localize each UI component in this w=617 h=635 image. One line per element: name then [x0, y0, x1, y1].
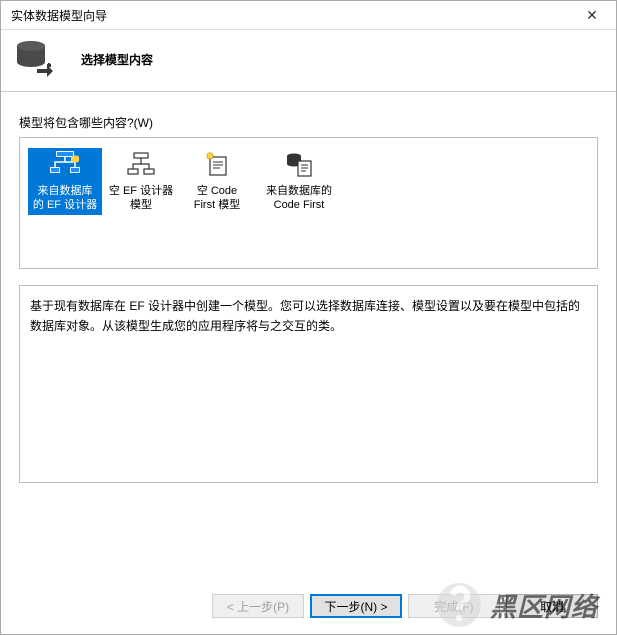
next-button[interactable]: 下一步(N) >	[310, 594, 402, 618]
option-ef-designer-from-db[interactable]: 来自数据库 的 EF 设计器	[28, 148, 102, 215]
option-label-line1: 来自数据库的	[257, 184, 341, 198]
option-label-line2: 模型	[105, 198, 177, 212]
wizard-window: 实体数据模型向导 ✕ 选择模型内容 模型将包含哪些内容?(W)	[0, 0, 617, 635]
model-options-list: 来自数据库 的 EF 设计器 空 EF 设计器 模型	[19, 137, 598, 269]
empty-designer-icon	[105, 150, 177, 180]
code-first-icon	[181, 150, 253, 180]
option-label-line1: 空 EF 设计器	[105, 184, 177, 198]
option-label-line2: First 模型	[181, 198, 253, 212]
option-label-line1: 空 Code	[181, 184, 253, 198]
previous-button: < 上一步(P)	[212, 594, 304, 618]
option-description: 基于现有数据库在 EF 设计器中创建一个模型。您可以选择数据库连接、模型设置以及…	[19, 285, 598, 483]
options-prompt: 模型将包含哪些内容?(W)	[19, 114, 598, 131]
option-empty-code-first[interactable]: 空 Code First 模型	[180, 148, 254, 215]
option-label-line2: Code First	[257, 198, 341, 212]
titlebar: 实体数据模型向导 ✕	[1, 1, 616, 30]
wizard-body: 模型将包含哪些内容?(W) 来自数据库	[1, 92, 616, 491]
option-empty-ef-designer[interactable]: 空 EF 设计器 模型	[104, 148, 178, 215]
close-icon: ✕	[586, 7, 598, 24]
window-title: 实体数据模型向导	[11, 7, 107, 24]
finish-button: 完成(F)	[408, 594, 500, 618]
option-code-first-from-db[interactable]: 来自数据库的 Code First	[256, 148, 342, 215]
wizard-buttons: < 上一步(P) 下一步(N) > 完成(F) 取消	[212, 594, 598, 618]
db-code-first-icon	[257, 150, 341, 180]
close-button[interactable]: ✕	[576, 4, 608, 26]
cancel-button[interactable]: 取消	[506, 594, 598, 618]
database-icon	[15, 39, 57, 81]
db-designer-icon	[29, 150, 101, 180]
option-label-line2: 的 EF 设计器	[29, 198, 101, 212]
wizard-step-title: 选择模型内容	[81, 51, 153, 68]
option-label-line1: 来自数据库	[29, 184, 101, 198]
wizard-header: 选择模型内容	[1, 30, 616, 92]
